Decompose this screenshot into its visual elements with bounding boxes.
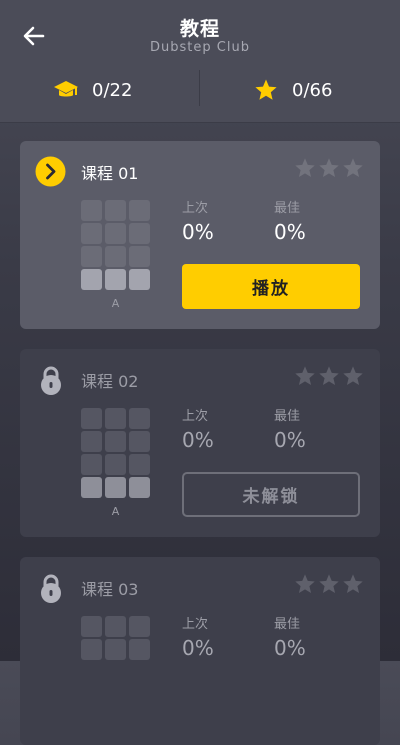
best-score-value: 0% — [274, 636, 306, 660]
best-score-label: 最佳 — [274, 201, 301, 216]
last-score-value: 0% — [182, 636, 214, 660]
best-score-value: 0% — [274, 428, 306, 452]
page-title: 教程 — [179, 18, 220, 40]
star-empty-icon — [295, 366, 315, 385]
lesson-card[interactable]: 课程 03 上次 最佳 0% 0% — [20, 557, 380, 745]
page-subtitle: Dubstep Club — [150, 40, 250, 55]
best-score-label: 最佳 — [274, 409, 301, 424]
stats-divider — [199, 70, 200, 106]
pad-grid-icon — [81, 408, 150, 499]
pad-label: A — [111, 505, 120, 518]
best-score-value: 0% — [274, 220, 306, 244]
star-empty-icon — [295, 158, 315, 177]
lesson-title: 课程 03 — [81, 580, 139, 599]
star-empty-icon — [343, 574, 363, 593]
stars-progress-value: 0/66 — [292, 79, 333, 101]
lesson-card[interactable]: 课程 02 A 上次 最佳 0% 0% 未解锁 — [20, 349, 380, 537]
lesson-card[interactable]: 课程 01 A 上次 最佳 0% 0% 播放 — [20, 141, 380, 329]
star-empty-icon — [319, 366, 339, 385]
last-score-label: 上次 — [182, 409, 209, 424]
lesson-stars — [294, 157, 364, 179]
locked-button[interactable]: 未解锁 — [182, 472, 360, 517]
star-empty-icon — [343, 366, 363, 385]
star-icon — [252, 76, 280, 104]
star-empty-icon — [319, 574, 339, 593]
star-empty-icon — [295, 574, 315, 593]
stars-progress: 0/66 — [252, 74, 332, 106]
lessons-progress: 0/22 — [52, 74, 132, 106]
star-empty-icon — [319, 158, 339, 177]
play-button[interactable]: 播放 — [182, 264, 360, 309]
lesson-title: 课程 01 — [81, 164, 139, 183]
last-score-label: 上次 — [182, 617, 209, 632]
lessons-progress-value: 0/22 — [92, 79, 133, 101]
lock-icon — [35, 572, 66, 603]
best-score-label: 最佳 — [274, 617, 301, 632]
last-score-value: 0% — [182, 220, 214, 244]
pad-label: A — [111, 297, 120, 310]
last-score-label: 上次 — [182, 201, 209, 216]
lesson-stars — [294, 365, 364, 387]
pad-grid-icon — [81, 616, 150, 707]
lock-icon — [35, 364, 66, 395]
lesson-title: 课程 02 — [81, 372, 139, 391]
pad-grid-icon — [81, 200, 150, 291]
graduation-cap-icon — [52, 76, 80, 104]
last-score-value: 0% — [182, 428, 214, 452]
chevron-right-icon — [35, 156, 66, 187]
header: 教程 Dubstep Club 0/22 0/66 — [0, 0, 400, 123]
lesson-stars — [294, 573, 364, 595]
star-empty-icon — [343, 158, 363, 177]
